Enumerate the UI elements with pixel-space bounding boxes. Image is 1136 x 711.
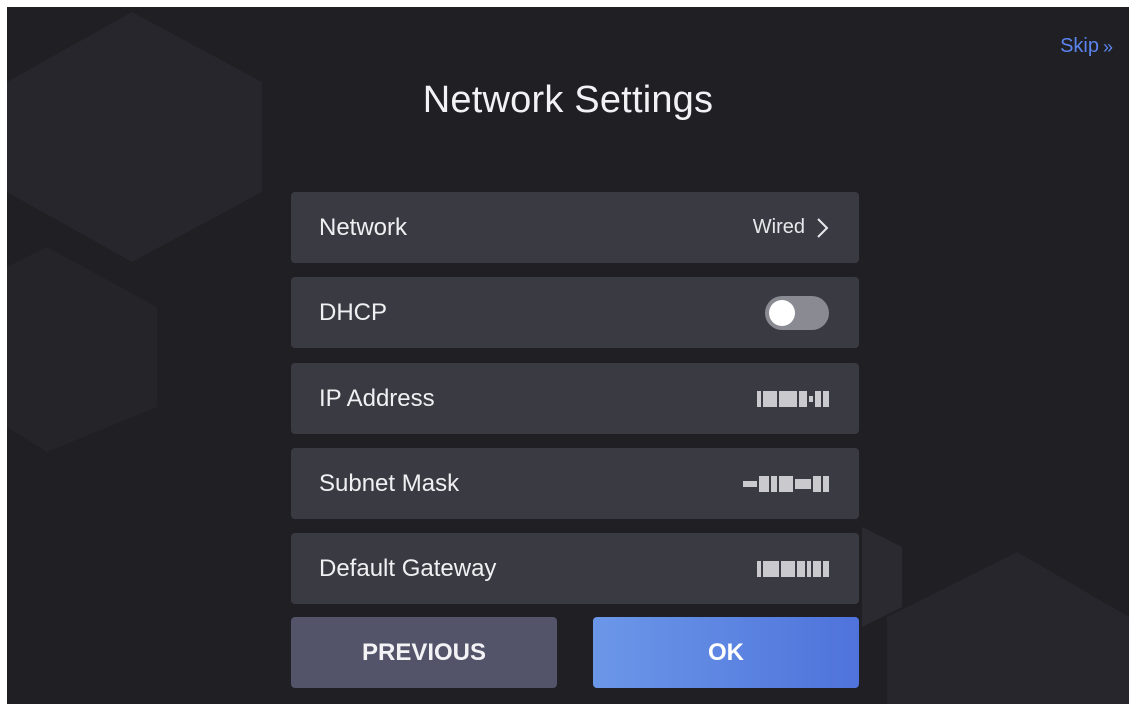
network-settings-screen: Skip » Network Settings Network Wired DH…	[7, 7, 1129, 704]
page-title: Network Settings	[422, 79, 714, 121]
network-row[interactable]: Network Wired	[291, 192, 859, 263]
default-gateway-row[interactable]: Default Gateway	[291, 533, 859, 604]
dhcp-row: DHCP	[291, 277, 859, 348]
dhcp-label: DHCP	[319, 298, 388, 326]
previous-button[interactable]: PREVIOUS	[291, 617, 557, 688]
subnet-mask-label: Subnet Mask	[319, 469, 460, 497]
chevron-right-icon	[817, 217, 829, 238]
skip-label: Skip	[1060, 35, 1099, 57]
network-label: Network	[319, 213, 408, 241]
toggle-knob	[769, 299, 795, 326]
default-gateway-value-masked	[757, 559, 829, 579]
ip-address-row[interactable]: IP Address	[291, 363, 859, 434]
network-value-text: Wired	[752, 216, 805, 238]
double-chevron-right-icon: »	[1102, 36, 1113, 57]
ip-address-label: IP Address	[319, 384, 435, 412]
subnet-mask-row[interactable]: Subnet Mask	[291, 448, 859, 519]
dhcp-toggle[interactable]	[765, 295, 829, 330]
ip-address-value-masked	[757, 389, 829, 409]
skip-button[interactable]: Skip »	[1060, 35, 1113, 58]
network-value: Wired	[753, 216, 829, 239]
default-gateway-label: Default Gateway	[319, 554, 497, 582]
ok-button[interactable]: OK	[593, 617, 859, 688]
subnet-mask-value-masked	[743, 474, 829, 494]
